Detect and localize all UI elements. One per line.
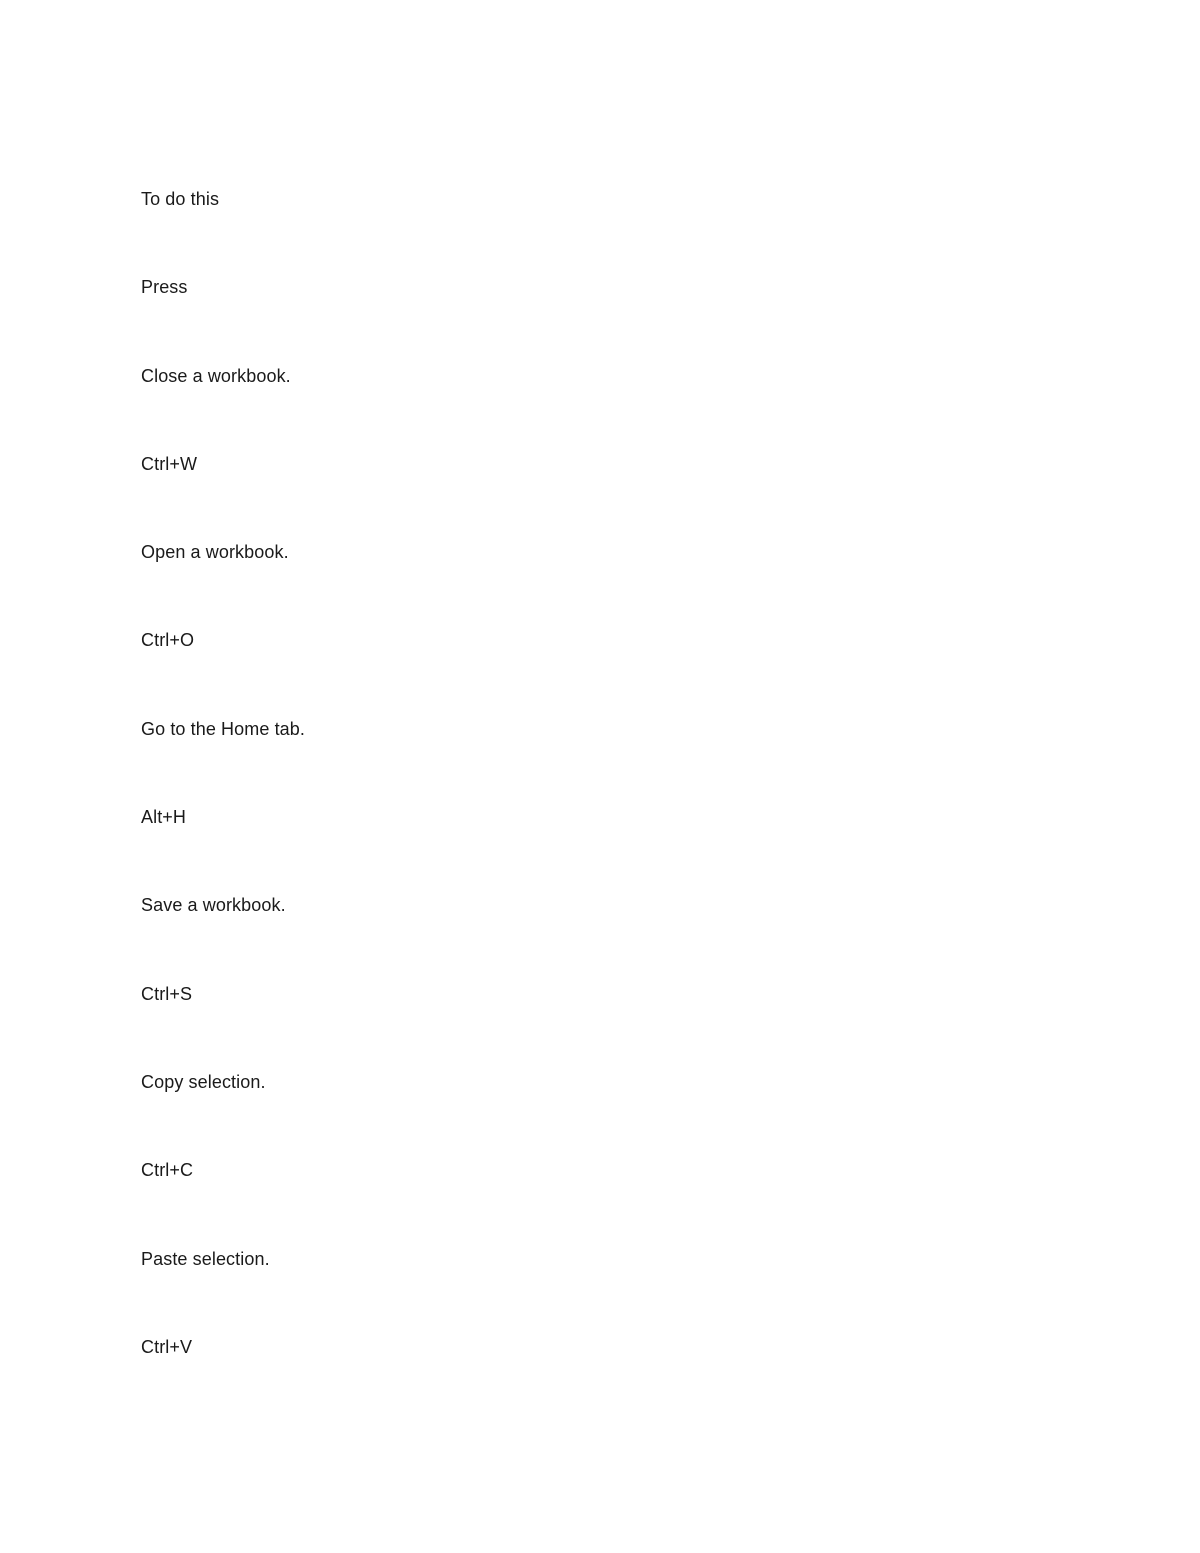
action-text: Open a workbook. — [141, 542, 289, 563]
action-text: Close a workbook. — [141, 365, 291, 386]
action-text: Copy selection. — [141, 1071, 266, 1092]
shortcut-list: To do this Press Close a workbook. Ctrl+… — [141, 187, 305, 1423]
shortcut-text: Ctrl+W — [141, 453, 198, 474]
shortcut-text: Ctrl+V — [141, 1336, 193, 1357]
shortcut-text: Alt+H — [141, 807, 187, 828]
document-page: To do this Press Close a workbook. Ctrl+… — [0, 0, 1200, 1553]
shortcut-text: Ctrl+O — [141, 630, 195, 651]
action-text: Paste selection. — [141, 1248, 270, 1269]
column-header-shortcut: Press — [141, 277, 188, 298]
column-header-action: To do this — [141, 189, 220, 209]
action-text: Save a workbook. — [141, 895, 286, 916]
shortcut-text: Ctrl+C — [141, 1160, 194, 1181]
shortcut-text: Ctrl+S — [141, 983, 193, 1004]
action-text: Go to the Home tab. — [141, 718, 305, 739]
